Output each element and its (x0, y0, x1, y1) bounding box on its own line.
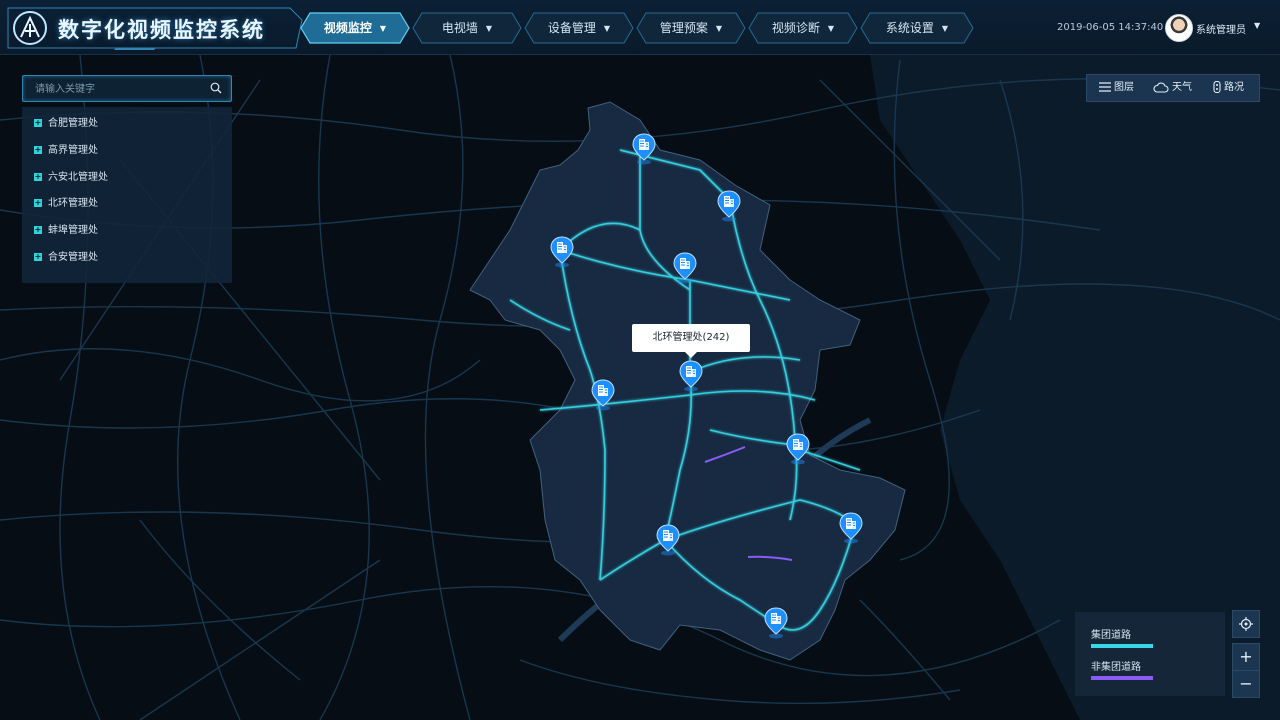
tree-item[interactable]: + 北环管理处 (34, 194, 98, 214)
marker-tooltip: 北环管理处(242) (632, 324, 750, 358)
tree-item-label: 六安北管理处 (48, 172, 108, 183)
chevron-down-icon: ▼ (485, 23, 493, 33)
facility-marker-icon[interactable] (656, 524, 680, 556)
tree-item-label: 北环管理处 (48, 198, 98, 209)
facility-marker-icon[interactable] (673, 252, 697, 284)
nav-tab-label: 设备管理 (547, 21, 596, 35)
tree-item[interactable]: + 合肥管理处 (34, 114, 98, 134)
logo-block: 数字化视频监控系统 (6, 6, 303, 50)
traffic-light-icon (1213, 80, 1221, 94)
nav-tab-label: 管理预案 (659, 21, 708, 35)
expand-plus-icon[interactable]: + (34, 253, 42, 261)
nav-tab-label: 电视墙 (441, 21, 478, 35)
top-header: 数字化视频监控系统 视频监控 ▼ 电视墙 ▼ 设备管理 ▼ 管理预案 ▼ 视频诊断 ▼ 系… (0, 0, 1280, 55)
tree-item[interactable]: + 蚌埠管理处 (34, 221, 98, 241)
layers-icon (1099, 82, 1111, 92)
tree-item-label: 高界管理处 (48, 145, 98, 156)
facility-marker-icon[interactable] (764, 607, 788, 639)
facility-marker-icon[interactable] (717, 190, 741, 222)
facility-marker-icon[interactable] (591, 379, 615, 411)
map-legend: 集团道路 非集团道路 (1075, 612, 1225, 696)
legend-swatch-group-road (1091, 644, 1153, 648)
expand-plus-icon[interactable]: + (34, 146, 42, 154)
facility-marker-icon[interactable] (679, 360, 703, 392)
legend-label-group-road: 集团道路 (1091, 630, 1131, 641)
chevron-down-icon: ▼ (379, 23, 387, 33)
user-menu-chevron-icon[interactable]: ▼ (1254, 21, 1260, 30)
facility-marker-icon[interactable] (550, 236, 574, 268)
layers-button[interactable]: 图层 (1099, 75, 1134, 101)
current-datetime: 2019-06-05 14:37:40 (1057, 22, 1164, 33)
chevron-down-icon: ▼ (715, 23, 723, 33)
nav-tab-label: 系统设置 (885, 21, 934, 35)
zoom-in-button[interactable]: + (1232, 643, 1260, 671)
layers-label: 图层 (1114, 82, 1134, 93)
weather-button[interactable]: 天气 (1153, 75, 1192, 101)
user-name[interactable]: 系统管理员 (1196, 21, 1246, 36)
facility-marker-icon[interactable] (786, 433, 810, 465)
nav-tab-tv-wall[interactable]: 电视墙 ▼ (412, 12, 522, 44)
tree-item[interactable]: + 高界管理处 (34, 141, 98, 161)
tree-item[interactable]: + 合安管理处 (34, 248, 98, 268)
chevron-down-icon: ▼ (827, 23, 835, 33)
traffic-label: 路况 (1224, 82, 1244, 93)
user-avatar[interactable] (1165, 14, 1193, 42)
nav-tab-video-monitor[interactable]: 视频监控 ▼ (300, 12, 410, 44)
management-tree: + 合肥管理处 + 高界管理处 + 六安北管理处 + 北环管理处 + 蚌埠管理处 + 合安管… (22, 107, 232, 283)
legend-label-non-group-road: 非集团道路 (1091, 662, 1141, 673)
nav-tab-label: 视频监控 (323, 21, 372, 35)
expand-plus-icon[interactable]: + (34, 199, 42, 207)
app-title: 数字化视频监控系统 (58, 18, 265, 42)
facility-marker-icon[interactable] (839, 512, 863, 544)
expand-plus-icon[interactable]: + (34, 119, 42, 127)
chevron-down-icon: ▼ (941, 23, 949, 33)
cloud-icon (1153, 82, 1169, 93)
search-box (22, 75, 232, 103)
weather-label: 天气 (1172, 82, 1192, 93)
nav-tab-device-management[interactable]: 设备管理 ▼ (524, 12, 634, 44)
search-input[interactable] (33, 76, 207, 103)
locate-crosshair-icon (1239, 617, 1253, 631)
locate-button[interactable] (1232, 610, 1260, 638)
expand-plus-icon[interactable]: + (34, 173, 42, 181)
facility-marker-icon[interactable] (632, 133, 656, 165)
nav-tab-label: 视频诊断 (771, 21, 820, 35)
tree-item-label: 蚌埠管理处 (48, 225, 98, 236)
expand-plus-icon[interactable]: + (34, 226, 42, 234)
zoom-out-button[interactable]: − (1232, 670, 1260, 698)
traffic-button[interactable]: 路况 (1213, 75, 1244, 101)
chevron-down-icon: ▼ (603, 23, 611, 33)
tree-item-label: 合安管理处 (48, 252, 98, 263)
tree-item[interactable]: + 六安北管理处 (34, 168, 108, 188)
logo-icon (13, 11, 47, 45)
legend-swatch-non-group-road (1091, 676, 1153, 680)
nav-tab-plan-management[interactable]: 管理预案 ▼ (636, 12, 746, 44)
tree-item-label: 合肥管理处 (48, 118, 98, 129)
nav-tab-video-diagnosis[interactable]: 视频诊断 ▼ (748, 12, 858, 44)
map-tools-panel: 图层 天气 路况 (1086, 74, 1260, 102)
nav-tab-system-settings[interactable]: 系统设置 ▼ (860, 12, 974, 44)
search-icon[interactable] (210, 82, 222, 94)
